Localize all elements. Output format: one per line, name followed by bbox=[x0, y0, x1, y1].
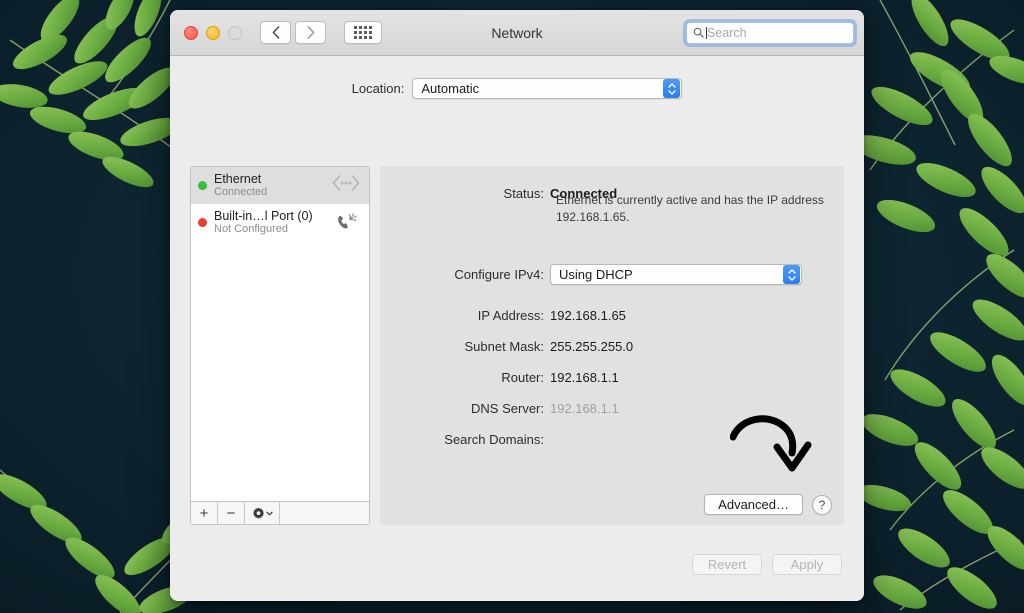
grid-icon bbox=[354, 26, 372, 39]
window-footer-buttons: Revert Apply bbox=[692, 554, 842, 575]
chevron-down-icon bbox=[787, 275, 796, 281]
modem-phone-icon bbox=[333, 208, 361, 237]
sidebar-item-builtin-port[interactable]: Built-in…l Port (0) Not Configured bbox=[191, 204, 369, 241]
configure-ipv4-row: Configure IPv4: Using DHCP bbox=[380, 264, 844, 285]
service-actions-button[interactable] bbox=[245, 502, 280, 524]
sidebar-item-ethernet[interactable]: Ethernet Connected bbox=[191, 167, 369, 204]
network-service-list[interactable]: Ethernet Connected Built-in…l Port (0) N… bbox=[191, 167, 369, 501]
sidebar-footer-toolbar: + − bbox=[191, 501, 369, 524]
content-area: Ethernet Connected Built-in…l Port (0) N… bbox=[190, 166, 844, 525]
configure-ipv4-value: Using DHCP bbox=[559, 267, 633, 282]
window-titlebar: Network Search bbox=[170, 10, 864, 56]
apply-button[interactable]: Apply bbox=[772, 554, 842, 575]
remove-service-button[interactable]: − bbox=[218, 502, 245, 524]
chevron-up-icon bbox=[787, 268, 796, 274]
zoom-button[interactable] bbox=[228, 25, 242, 40]
ip-address-value: 192.168.1.65 bbox=[550, 308, 626, 323]
service-status: Not Configured bbox=[214, 223, 288, 236]
minimize-button[interactable] bbox=[206, 25, 220, 40]
forward-button[interactable] bbox=[295, 21, 326, 44]
add-service-button[interactable]: + bbox=[191, 502, 218, 524]
service-name: Ethernet bbox=[214, 171, 262, 186]
network-preferences-window: Network Search Location: Automatic Ether… bbox=[170, 10, 864, 601]
advanced-button[interactable]: Advanced… bbox=[704, 494, 803, 515]
service-detail-panel: Status: Connected Ethernet is currently … bbox=[380, 166, 844, 525]
chevron-down-icon bbox=[668, 89, 676, 95]
close-button[interactable] bbox=[184, 25, 198, 40]
location-dropdown[interactable]: Automatic bbox=[412, 78, 683, 99]
service-status: Connected bbox=[214, 186, 268, 199]
dns-server-value[interactable]: 192.168.1.1 bbox=[550, 401, 619, 416]
subnet-mask-row: Subnet Mask: 255.255.255.0 bbox=[380, 339, 844, 354]
location-row: Location: Automatic bbox=[170, 78, 864, 99]
remove-service-label: − bbox=[226, 504, 236, 522]
sidebar-footer-filler bbox=[280, 502, 369, 524]
search-input[interactable]: Search bbox=[686, 21, 854, 44]
configure-ipv4-stepper-arrows[interactable] bbox=[783, 265, 800, 284]
dns-server-label: DNS Server: bbox=[471, 401, 544, 416]
traffic-lights bbox=[184, 25, 242, 40]
window-body: Location: Automatic Ethernet Connected B… bbox=[170, 56, 864, 601]
gear-icon bbox=[252, 506, 264, 519]
subnet-mask-value: 255.255.255.0 bbox=[550, 339, 634, 354]
ethernet-icon bbox=[331, 174, 361, 197]
status-dot-green bbox=[198, 181, 207, 190]
subnet-mask-label: Subnet Mask: bbox=[464, 339, 545, 354]
chevron-left-icon bbox=[272, 26, 279, 39]
ip-address-row: IP Address: 192.168.1.65 bbox=[380, 308, 844, 323]
help-button[interactable]: ? bbox=[812, 494, 832, 515]
navigation-buttons bbox=[260, 21, 382, 44]
ip-address-label: IP Address: bbox=[477, 308, 544, 323]
panel-action-buttons: Advanced… ? bbox=[704, 494, 832, 515]
network-services-sidebar: Ethernet Connected Built-in…l Port (0) N… bbox=[190, 166, 370, 525]
search-placeholder: Search bbox=[707, 25, 747, 40]
show-all-button[interactable] bbox=[344, 21, 382, 44]
chevron-up-icon bbox=[668, 82, 676, 88]
back-button[interactable] bbox=[260, 21, 291, 44]
location-label: Location: bbox=[351, 81, 405, 96]
search-container: Search bbox=[686, 21, 854, 44]
router-row: Router: 192.168.1.1 bbox=[380, 370, 844, 385]
search-domains-label: Search Domains: bbox=[444, 432, 544, 447]
chevron-down-icon bbox=[265, 511, 273, 515]
location-value: Automatic bbox=[421, 81, 480, 96]
router-label: Router: bbox=[501, 370, 544, 385]
revert-button[interactable]: Revert bbox=[692, 554, 762, 575]
status-dot-red bbox=[198, 218, 207, 227]
service-name: Built-in…l Port (0) bbox=[214, 208, 313, 223]
configure-ipv4-dropdown[interactable]: Using DHCP bbox=[550, 264, 802, 285]
status-description: Ethernet is currently active and has the… bbox=[556, 193, 824, 225]
status-label: Status: bbox=[503, 186, 544, 201]
dns-server-row: DNS Server: 192.168.1.1 bbox=[380, 401, 844, 416]
router-value: 192.168.1.1 bbox=[550, 370, 619, 385]
search-icon bbox=[693, 27, 704, 38]
chevron-right-icon bbox=[307, 26, 314, 39]
add-service-label: + bbox=[199, 504, 209, 522]
service-text: Ethernet Connected bbox=[214, 172, 327, 199]
service-text: Built-in…l Port (0) Not Configured bbox=[214, 209, 329, 236]
search-domains-row: Search Domains: bbox=[380, 432, 844, 447]
location-stepper-arrows[interactable] bbox=[663, 79, 681, 98]
configure-ipv4-label: Configure IPv4: bbox=[454, 267, 544, 282]
